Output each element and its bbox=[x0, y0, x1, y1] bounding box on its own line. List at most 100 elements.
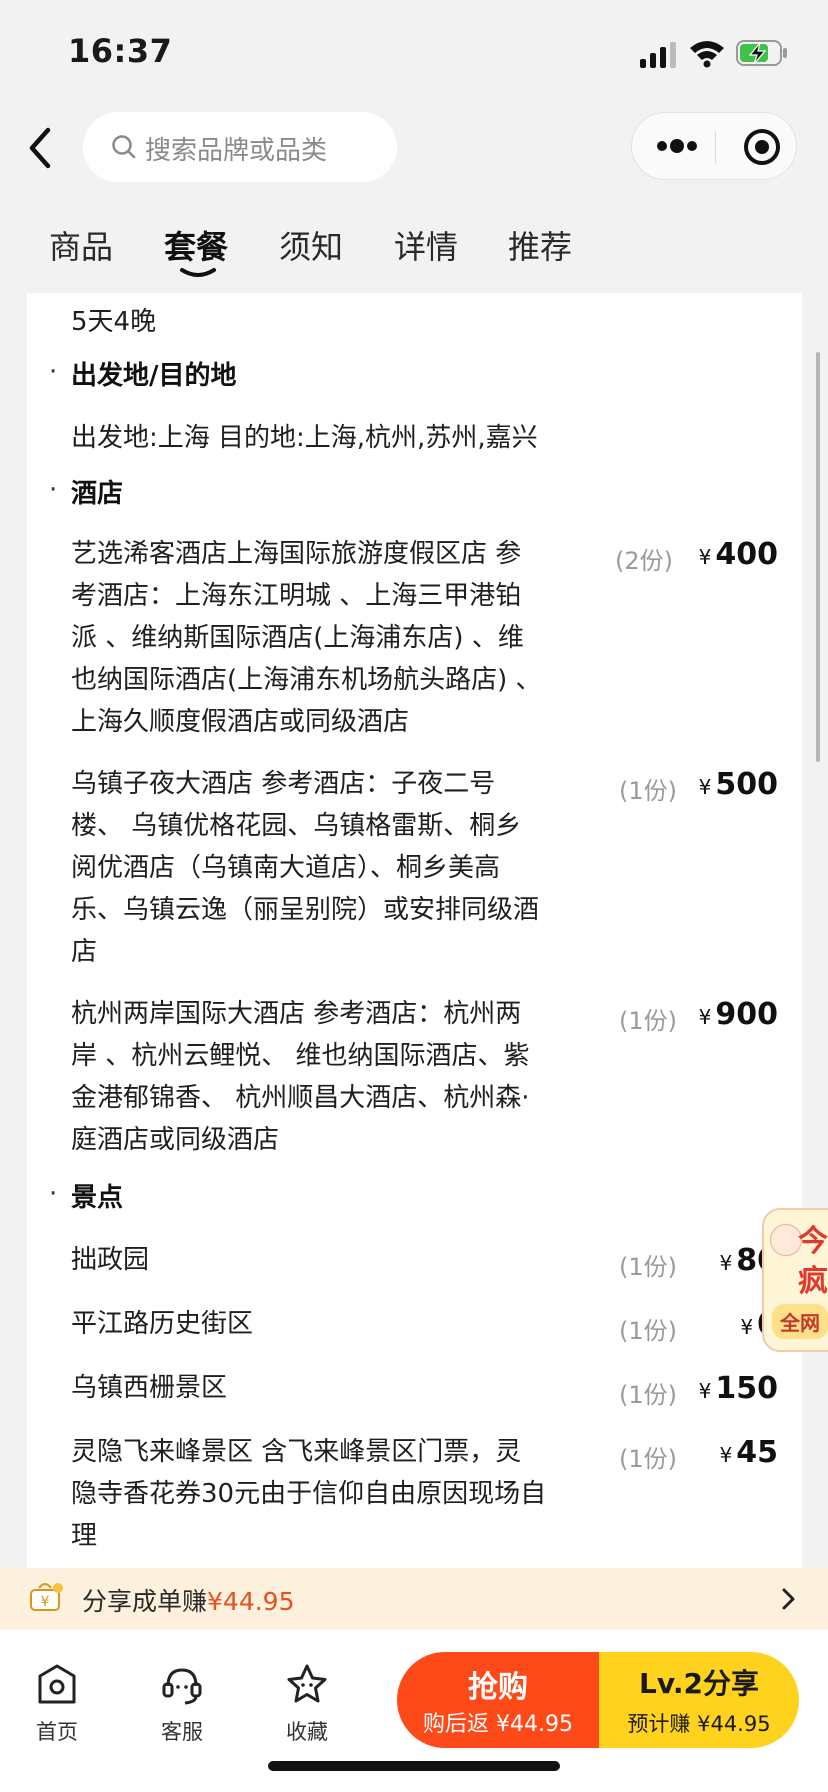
coin-bag-icon: ¥ bbox=[30, 1583, 63, 1611]
price-value: 400 bbox=[715, 537, 778, 572]
active-tab-indicator bbox=[180, 268, 216, 277]
nav-customer-service[interactable]: 客服 bbox=[142, 1662, 222, 1746]
item-text-line: 庭酒店或同级酒店 bbox=[71, 1125, 280, 1155]
share-earn-bar[interactable]: ¥ 分享成单赚¥44.95 bbox=[0, 1568, 828, 1630]
price-value: 900 bbox=[715, 997, 778, 1032]
search-input[interactable]: 搜索品牌或品类 bbox=[83, 112, 397, 182]
price-value: 150 bbox=[715, 1371, 778, 1406]
nav-label: 收藏 bbox=[286, 1720, 328, 1744]
bullet-dot: · bbox=[49, 357, 58, 387]
section-title-scenic: 景点 bbox=[71, 1183, 124, 1213]
item-text-line: 平江路历史街区 bbox=[71, 1309, 254, 1339]
search-placeholder: 搜索品牌或品类 bbox=[145, 136, 328, 166]
share-earn-amount: ¥44.95 bbox=[207, 1587, 295, 1616]
floating-promo-badge[interactable]: 今 疯 全网 bbox=[762, 1208, 828, 1352]
scrollbar[interactable] bbox=[816, 352, 820, 762]
wifi-icon bbox=[690, 41, 724, 68]
tab-details[interactable]: 详情 bbox=[394, 222, 458, 268]
nav-home[interactable]: 首页 bbox=[17, 1662, 97, 1746]
item-quantity: (1份) bbox=[619, 777, 677, 805]
item-text-line: 乌镇西栅景区 bbox=[71, 1373, 228, 1403]
battery-charging-icon bbox=[736, 40, 787, 66]
tab-package[interactable]: 套餐 bbox=[164, 222, 228, 268]
item-text-line: 派 、维纳斯国际酒店(上海浦东店) 、维 bbox=[71, 623, 524, 653]
tab-recommend[interactable]: 推荐 bbox=[508, 222, 572, 268]
item-text-line: 乐、乌镇云逸（丽呈别院）或安排同级酒 bbox=[71, 895, 540, 925]
home-icon bbox=[38, 1664, 76, 1704]
miniprogram-capsule bbox=[631, 112, 797, 180]
more-dots-icon[interactable] bbox=[654, 133, 700, 159]
tab-notice[interactable]: 须知 bbox=[279, 222, 343, 268]
home-indicator bbox=[268, 1761, 560, 1771]
search-icon bbox=[112, 135, 136, 159]
promo-text-line: 疯 bbox=[798, 1264, 828, 1299]
item-quantity: (1份) bbox=[619, 1317, 677, 1345]
promo-tag: 全网 bbox=[772, 1304, 828, 1339]
item-quantity: (1份) bbox=[619, 1253, 677, 1281]
item-text-line: 杭州两岸国际大酒店 参考酒店：杭州两 bbox=[71, 999, 522, 1029]
package-duration: 5天4晚 bbox=[71, 307, 157, 337]
item-text-line: 楼、 乌镇优格花园、乌镇格雷斯、桐乡 bbox=[71, 811, 522, 841]
back-chevron-icon[interactable] bbox=[18, 118, 66, 178]
status-bar: 16:37 bbox=[0, 0, 828, 100]
section-title-hotel: 酒店 bbox=[71, 479, 124, 509]
currency-symbol: ¥ bbox=[698, 545, 712, 569]
chevron-right-icon bbox=[782, 1588, 795, 1610]
bullet-dot: · bbox=[49, 1179, 58, 1209]
currency-symbol: ¥ bbox=[719, 1443, 733, 1467]
promo-text-line: 今 bbox=[798, 1224, 828, 1259]
item-text-line: 金港郁锦香、 杭州顺昌大酒店、杭州森· bbox=[71, 1083, 530, 1113]
item-price: ¥45 bbox=[720, 1435, 778, 1470]
share-earn-label: 分享成单赚 bbox=[82, 1587, 208, 1616]
package-detail-card: 5天4晚 · 出发地/目的地 出发地:上海 目的地:上海,杭州,苏州,嘉兴 · … bbox=[27, 293, 802, 1568]
favorite-star-icon bbox=[287, 1664, 327, 1703]
nav-label: 客服 bbox=[161, 1720, 203, 1744]
item-quantity: (1份) bbox=[619, 1007, 677, 1035]
departure-destination-text: 出发地:上海 目的地:上海,杭州,苏州,嘉兴 bbox=[71, 423, 538, 453]
item-text-line: 艺选浠客酒店上海国际旅游度假区店 参 bbox=[71, 539, 522, 569]
nav-label: 首页 bbox=[36, 1720, 78, 1744]
currency-symbol: ¥ bbox=[719, 1251, 733, 1275]
item-text-line: 灵隐飞来峰景区 含飞来峰景区门票，灵 bbox=[71, 1437, 522, 1467]
capsule-divider bbox=[715, 131, 716, 163]
item-text-line: 乌镇子夜大酒店 参考酒店：子夜二号 bbox=[71, 769, 496, 799]
share-estimated-earn: 预计赚 ¥44.95 bbox=[627, 1712, 771, 1736]
nav-favorite[interactable]: 收藏 bbox=[267, 1662, 347, 1746]
customer-service-icon bbox=[162, 1668, 202, 1705]
item-price: ¥150 bbox=[699, 1371, 778, 1406]
item-text-line: 店 bbox=[71, 937, 98, 967]
price-value: 500 bbox=[715, 767, 778, 802]
item-text-line: 阅优酒店（乌镇南大道店）、桐乡美高 bbox=[71, 853, 501, 883]
currency-symbol: ¥ bbox=[698, 1379, 712, 1403]
item-text-line: 岸 、杭州云鲤悦、 维也纳国际酒店、紫 bbox=[71, 1041, 530, 1071]
status-time: 16:37 bbox=[68, 32, 173, 70]
item-price: ¥900 bbox=[699, 997, 778, 1032]
item-text-line: 上海久顺度假酒店或同级酒店 bbox=[71, 707, 410, 737]
item-text-line: 考酒店：上海东江明城 、上海三甲港铂 bbox=[71, 581, 522, 611]
buy-now-cashback: 购后返 ¥44.95 bbox=[423, 1712, 573, 1737]
item-text-line: 理 bbox=[71, 1521, 98, 1551]
tab-product[interactable]: 商品 bbox=[49, 222, 113, 268]
item-text-line: 也纳国际酒店(上海浦东机场航头路店) 、 bbox=[71, 665, 542, 695]
buy-now-label: 抢购 bbox=[468, 1670, 528, 1705]
share-earn-button[interactable]: Lv.2分享 预计赚 ¥44.95 bbox=[599, 1652, 799, 1748]
price-value: 45 bbox=[736, 1435, 778, 1470]
currency-symbol: ¥ bbox=[740, 1315, 754, 1339]
item-quantity: (1份) bbox=[619, 1381, 677, 1409]
item-price: ¥400 bbox=[699, 537, 778, 572]
currency-symbol: ¥ bbox=[698, 775, 712, 799]
close-miniprogram-icon[interactable] bbox=[742, 127, 782, 167]
share-level-label: Lv.2分享 bbox=[639, 1667, 759, 1700]
item-price: ¥500 bbox=[699, 767, 778, 802]
cellular-signal-icon bbox=[640, 42, 676, 68]
section-title-departure: 出发地/目的地 bbox=[71, 361, 237, 391]
buy-now-button[interactable]: 抢购 购后返 ¥44.95 bbox=[397, 1652, 599, 1748]
item-text-line: 拙政园 bbox=[71, 1245, 150, 1275]
currency-symbol: ¥ bbox=[698, 1005, 712, 1029]
svg-text:¥: ¥ bbox=[41, 1594, 50, 1610]
share-earn-text: 分享成单赚¥44.95 bbox=[82, 1582, 295, 1618]
bullet-dot: · bbox=[49, 475, 58, 505]
item-quantity: (1份) bbox=[619, 1445, 677, 1473]
item-quantity: (2份) bbox=[615, 547, 673, 575]
item-text-line: 隐寺香花券30元由于信仰自由原因现场自 bbox=[71, 1479, 547, 1509]
